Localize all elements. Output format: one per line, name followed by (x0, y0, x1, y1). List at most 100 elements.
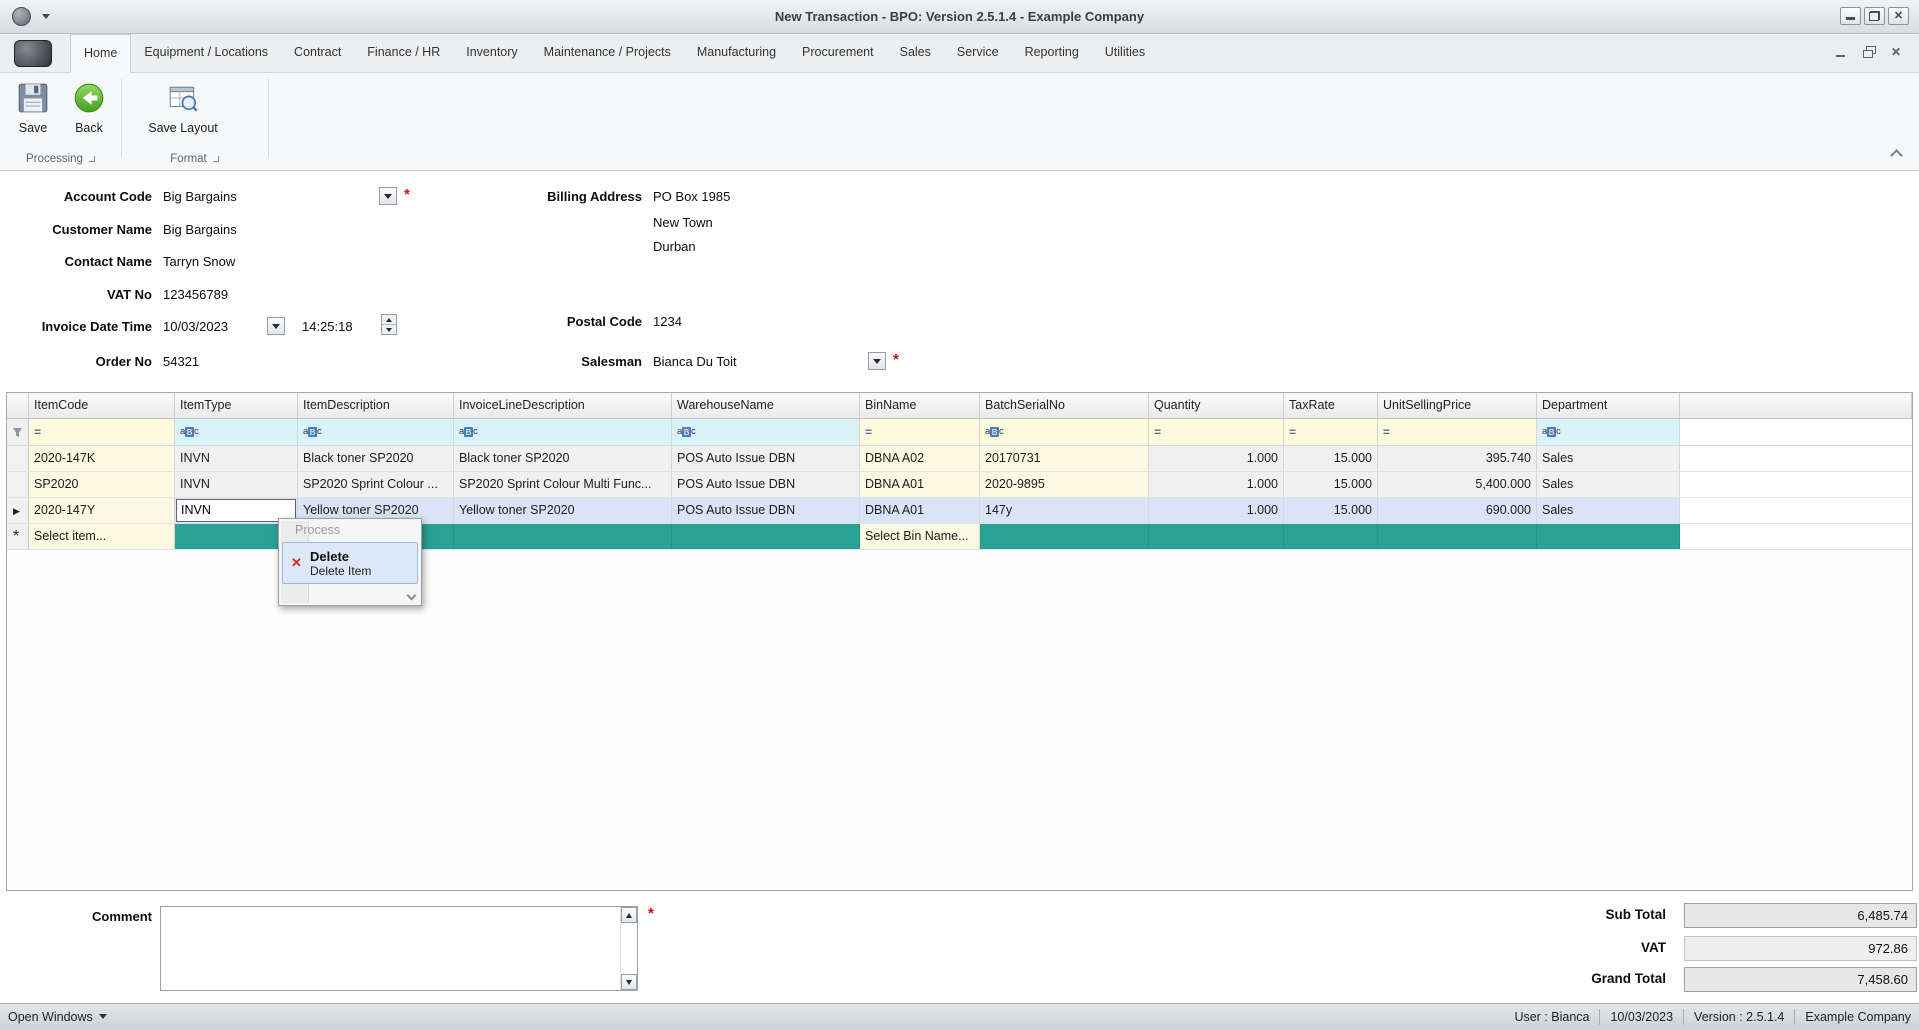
column-header-warehousename[interactable]: WarehouseName (672, 393, 860, 418)
cell-binname[interactable]: DBNA A02 (860, 446, 980, 471)
filter-unitsellingprice[interactable] (1378, 419, 1537, 445)
tab-manufacturing[interactable]: Manufacturing (684, 34, 789, 73)
save-button[interactable]: Save (6, 78, 60, 150)
comment-textarea[interactable] (161, 907, 621, 990)
time-spinner[interactable] (381, 314, 397, 335)
tab-service[interactable]: Service (944, 34, 1012, 73)
new-row-cell[interactable] (1284, 524, 1378, 549)
cell-taxrate[interactable]: 15.000 (1284, 498, 1378, 523)
filter-invoicelinedescription[interactable] (454, 419, 672, 445)
grid-row-2[interactable]: SP2020 INVN SP2020 Sprint Colour ... SP2… (7, 472, 1912, 498)
cell-itemtype[interactable]: INVN (175, 446, 298, 471)
salesman-dropdown[interactable] (868, 352, 886, 370)
context-menu-delete-item[interactable]: Delete Delete Item (282, 542, 418, 584)
restore-button[interactable] (1864, 7, 1885, 25)
cell-batchserialno[interactable]: 147y (980, 498, 1149, 523)
cell-unitsellingprice[interactable]: 690.000 (1378, 498, 1537, 523)
filter-taxrate[interactable] (1284, 419, 1378, 445)
mdi-minimize-icon[interactable] (1834, 46, 1849, 59)
column-header-quantity[interactable]: Quantity (1149, 393, 1284, 418)
filter-batchserialno[interactable] (980, 419, 1149, 445)
cell-invoicelinedescription[interactable]: Yellow toner SP2020 (454, 498, 672, 523)
cell-itemcode[interactable]: 2020-147K (29, 446, 175, 471)
invoice-date-value[interactable]: 10/03/2023 (163, 319, 228, 334)
mdi-restore-icon[interactable] (1862, 46, 1877, 59)
cell-quantity[interactable]: 1.000 (1149, 472, 1284, 497)
cell-quantity[interactable]: 1.000 (1149, 498, 1284, 523)
new-row-itemcode[interactable]: Select item... (29, 524, 175, 549)
new-row-cell[interactable] (1149, 524, 1284, 549)
filter-warehousename[interactable] (672, 419, 860, 445)
tab-sales[interactable]: Sales (887, 34, 944, 73)
cell-binname[interactable]: DBNA A01 (860, 498, 980, 523)
cell-binname[interactable]: DBNA A01 (860, 472, 980, 497)
cell-batchserialno[interactable]: 20170731 (980, 446, 1149, 471)
column-header-invoicelinedescription[interactable]: InvoiceLineDescription (454, 393, 672, 418)
cell-unitsellingprice[interactable]: 395.740 (1378, 446, 1537, 471)
cell-quantity[interactable]: 1.000 (1149, 446, 1284, 471)
close-button[interactable] (1888, 7, 1909, 25)
tab-home[interactable]: Home (70, 34, 132, 73)
comment-scrollbar[interactable] (620, 907, 637, 990)
collapse-ribbon-icon[interactable] (1890, 149, 1903, 162)
column-header-department[interactable]: Department (1537, 393, 1680, 418)
scroll-up-icon[interactable] (621, 907, 637, 923)
new-row-cell[interactable] (980, 524, 1149, 549)
cell-warehousename[interactable]: POS Auto Issue DBN (672, 472, 860, 497)
column-header-unitsellingprice[interactable]: UnitSellingPrice (1378, 393, 1537, 418)
tab-reporting[interactable]: Reporting (1012, 34, 1092, 73)
back-button[interactable]: Back (62, 78, 116, 150)
minimize-button[interactable] (1840, 7, 1861, 25)
tab-finance-hr[interactable]: Finance / HR (354, 34, 453, 73)
dialog-launcher-icon[interactable] (212, 156, 219, 162)
filter-quantity[interactable] (1149, 419, 1284, 445)
cell-department[interactable]: Sales (1537, 472, 1680, 497)
filter-itemdescription[interactable] (298, 419, 454, 445)
mdi-close-icon[interactable] (1890, 45, 1905, 59)
cell-unitsellingprice[interactable]: 5,400.000 (1378, 472, 1537, 497)
cell-itemdescription[interactable]: Black toner SP2020 (298, 446, 454, 471)
cell-department[interactable]: Sales (1537, 446, 1680, 471)
tab-procurement[interactable]: Procurement (789, 34, 887, 73)
account-code-dropdown[interactable] (379, 187, 397, 205)
new-row-cell[interactable] (1537, 524, 1680, 549)
bpo-logo-icon[interactable] (14, 40, 52, 67)
filter-itemcode[interactable] (29, 419, 175, 445)
cell-invoicelinedescription[interactable]: SP2020 Sprint Colour Multi Func... (454, 472, 672, 497)
filter-binname[interactable] (860, 419, 980, 445)
cell-department[interactable]: Sales (1537, 498, 1680, 523)
column-header-batchserialno[interactable]: BatchSerialNo (980, 393, 1149, 418)
cell-itemdescription[interactable]: SP2020 Sprint Colour ... (298, 472, 454, 497)
order-no-value[interactable]: 54321 (163, 354, 199, 369)
cell-itemcode[interactable]: SP2020 (29, 472, 175, 497)
column-header-binname[interactable]: BinName (860, 393, 980, 418)
account-code-value[interactable]: Big Bargains (163, 189, 237, 204)
filter-department[interactable] (1537, 419, 1680, 445)
tab-maintenance-projects[interactable]: Maintenance / Projects (531, 34, 684, 73)
cell-itemtype[interactable]: INVN (175, 472, 298, 497)
tab-inventory[interactable]: Inventory (453, 34, 530, 73)
cell-warehousename[interactable]: POS Auto Issue DBN (672, 498, 860, 523)
filter-itemtype[interactable] (175, 419, 298, 445)
column-header-itemcode[interactable]: ItemCode (29, 393, 175, 418)
tab-equipment-locations[interactable]: Equipment / Locations (131, 34, 281, 73)
invoice-time-value[interactable]: 14:25:18 (302, 319, 353, 334)
spin-up-icon[interactable] (382, 315, 396, 325)
cell-warehousename[interactable]: POS Auto Issue DBN (672, 446, 860, 471)
date-dropdown[interactable] (267, 317, 285, 335)
cell-taxrate[interactable]: 15.000 (1284, 472, 1378, 497)
new-row-cell[interactable] (672, 524, 860, 549)
scroll-down-icon[interactable] (621, 974, 637, 990)
cell-taxrate[interactable]: 15.000 (1284, 446, 1378, 471)
new-row-binname[interactable]: Select Bin Name... (860, 524, 980, 549)
grid-row-1[interactable]: 2020-147K INVN Black toner SP2020 Black … (7, 446, 1912, 472)
tab-utilities[interactable]: Utilities (1092, 34, 1158, 73)
salesman-value[interactable]: Bianca Du Toit (653, 354, 737, 369)
dialog-launcher-icon[interactable] (88, 156, 95, 162)
spin-down-icon[interactable] (382, 325, 396, 335)
new-row-cell[interactable] (454, 524, 672, 549)
new-row-cell[interactable] (1378, 524, 1537, 549)
cell-itemcode[interactable]: 2020-147Y (29, 498, 175, 523)
tab-contract[interactable]: Contract (281, 34, 354, 73)
column-header-itemdescription[interactable]: ItemDescription (298, 393, 454, 418)
